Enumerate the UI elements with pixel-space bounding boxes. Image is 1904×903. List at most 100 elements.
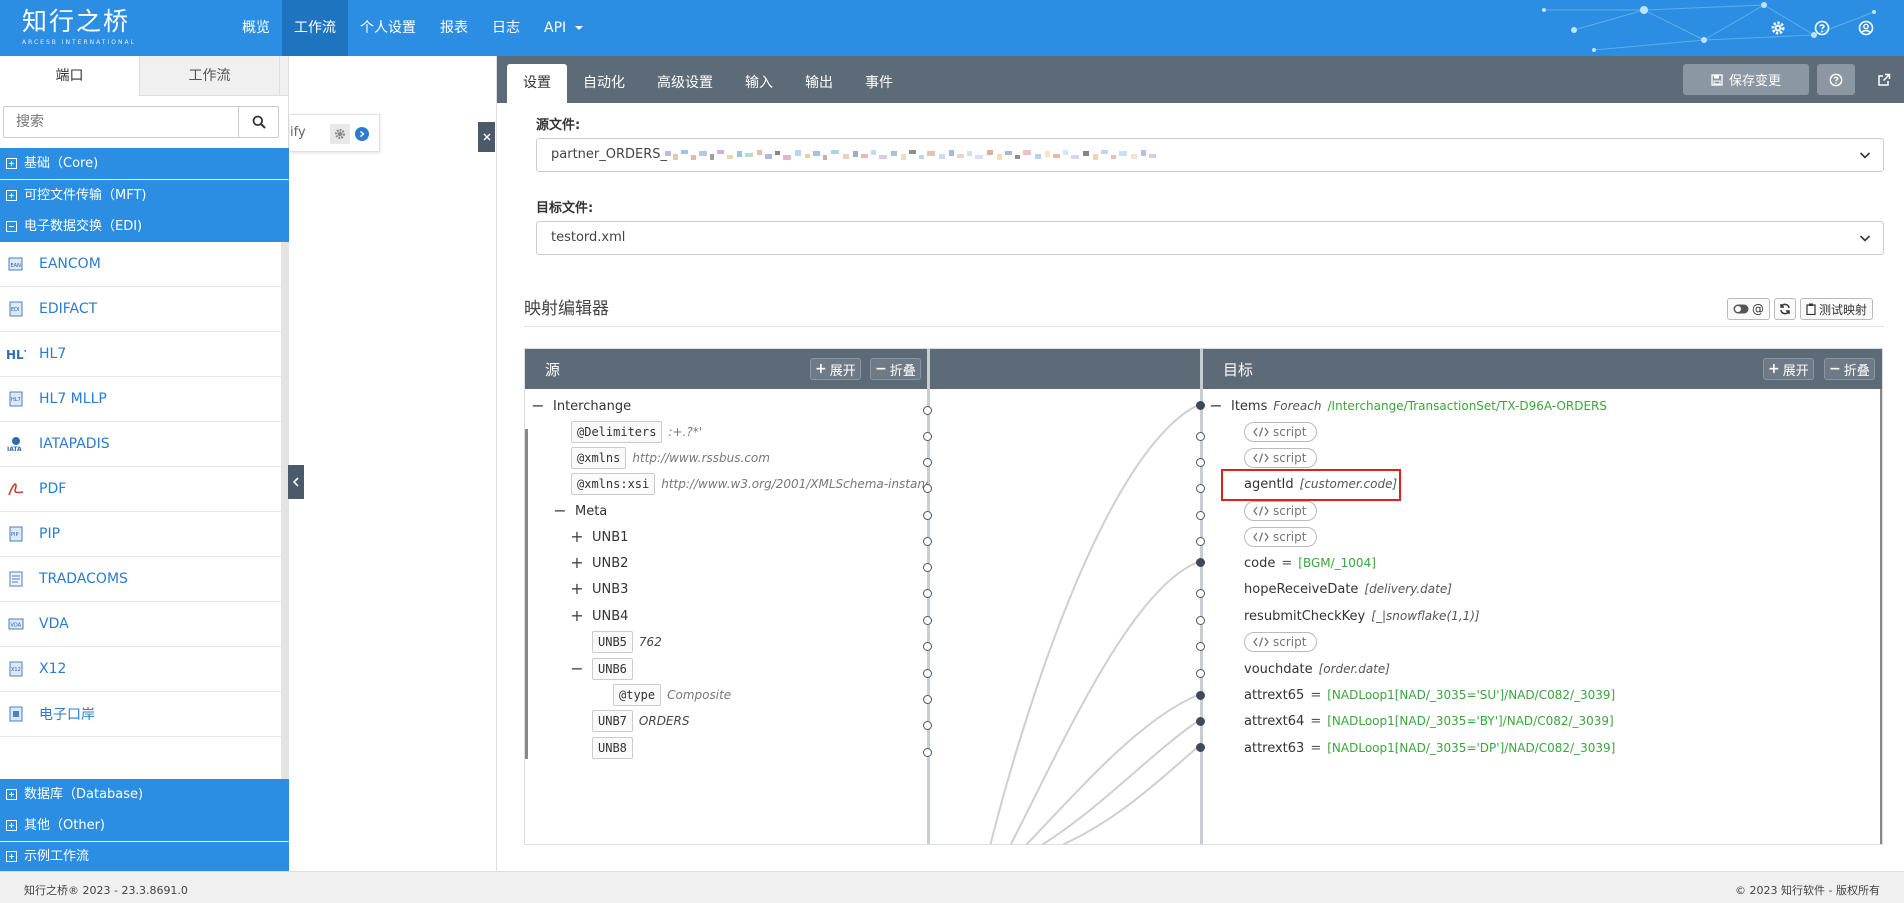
script-button[interactable]: script — [1244, 632, 1318, 652]
toggle-namespace-button[interactable]: @ — [1727, 298, 1770, 320]
node-settings-icon[interactable] — [330, 124, 350, 144]
tree-node-interchange[interactable]: − Interchange — [531, 393, 631, 419]
source-port-dot[interactable] — [923, 537, 932, 546]
list-item-x12[interactable]: X12 X12 — [0, 647, 281, 692]
tree-leaf-unb6[interactable]: − UNB6 — [570, 656, 639, 682]
collapse-toggle-icon[interactable]: − — [570, 661, 584, 677]
search-input[interactable] — [4, 107, 240, 137]
expand-toggle-icon[interactable]: + — [570, 555, 584, 571]
category-samples[interactable]: 示例工作流 — [0, 842, 289, 871]
script-item[interactable]: script — [1244, 445, 1318, 471]
app-logo[interactable]: 知行之桥 ARCESB INTERNATIONAL — [22, 6, 136, 46]
script-button[interactable]: script — [1244, 501, 1318, 521]
sidebar-scrollbar[interactable] — [281, 242, 289, 782]
nav-reports[interactable]: 报表 — [428, 0, 480, 56]
collapse-toggle-icon[interactable]: − — [553, 503, 567, 519]
target-vscrollbar[interactable] — [1880, 389, 1882, 844]
category-other[interactable]: 其他（Other) — [0, 810, 289, 841]
source-port-dot[interactable] — [923, 563, 932, 572]
list-item-vda[interactable]: VDA VDA — [0, 602, 281, 647]
list-item-hl7[interactable]: HL7 HL7 — [0, 332, 281, 377]
save-button[interactable]: 保存变更 — [1683, 64, 1809, 95]
expand-toggle-icon[interactable]: + — [570, 608, 584, 624]
tree-field-code[interactable]: code = [BGM/_1004] — [1244, 550, 1376, 576]
source-port-dot[interactable] — [923, 748, 932, 757]
tree-node-items[interactable]: − Items Foreach /Interchange/Transaction… — [1209, 393, 1607, 419]
expand-toggle-icon[interactable]: + — [570, 529, 584, 545]
source-port-dot[interactable] — [923, 511, 932, 520]
source-port-dot[interactable] — [923, 432, 932, 441]
category-edi[interactable]: 电子数据交换（EDI) — [0, 211, 289, 242]
tree-field-attrext64[interactable]: attrext64 = [NADLoop1[NAD/_3035='BY']/NA… — [1244, 708, 1614, 734]
tab-events[interactable]: 事件 — [849, 64, 909, 103]
test-mapping-button[interactable]: 测试映射 — [1800, 298, 1874, 320]
tab-automation[interactable]: 自动化 — [567, 64, 641, 103]
source-expand-button[interactable]: + 展开 — [810, 358, 861, 380]
category-database[interactable]: 数据库（Database) — [0, 779, 289, 810]
user-icon[interactable] — [1854, 16, 1878, 40]
target-expand-button[interactable]: + 展开 — [1763, 358, 1814, 380]
nav-profile[interactable]: 个人设置 — [348, 0, 428, 56]
list-item-eancom[interactable]: EAN EANCOM — [0, 242, 281, 287]
source-port-dot[interactable] — [923, 616, 932, 625]
list-item-tradacoms[interactable]: TRADACOMS — [0, 557, 281, 602]
category-core[interactable]: 基础（Core) — [0, 148, 289, 179]
tree-attr-type[interactable]: @type Composite — [613, 682, 731, 708]
list-item-edifact[interactable]: EDI EDIFACT — [0, 287, 281, 332]
source-file-select[interactable]: partner_ORDERS_ — [536, 138, 1884, 172]
source-port-dot[interactable] — [923, 642, 932, 651]
script-item[interactable]: script — [1244, 524, 1318, 550]
refresh-button[interactable] — [1774, 298, 1796, 320]
script-button[interactable]: script — [1244, 448, 1318, 468]
source-port-dot[interactable] — [923, 458, 932, 467]
list-item-pdf[interactable]: PDF — [0, 467, 281, 512]
tree-field-hopereceivedate[interactable]: hopeReceiveDate [delivery.date] — [1244, 576, 1458, 602]
collapse-toggle-icon[interactable]: − — [531, 398, 545, 414]
tab-output[interactable]: 输出 — [789, 64, 849, 103]
tab-ports[interactable]: 端口 — [0, 56, 140, 96]
nav-logs[interactable]: 日志 — [480, 0, 532, 56]
collapse-sidebar-button[interactable] — [288, 465, 304, 499]
source-collapse-button[interactable]: − 折叠 — [870, 358, 921, 380]
tab-settings[interactable]: 设置 — [507, 64, 567, 103]
help-button[interactable] — [1817, 64, 1855, 95]
tree-node-unb1[interactable]: + UNB1 — [570, 524, 628, 550]
source-port-dot[interactable] — [923, 589, 932, 598]
gear-icon[interactable] — [1766, 16, 1790, 40]
tree-attr-delimiters[interactable]: @Delimiters :+.?*' — [571, 419, 702, 445]
list-item-hl7-mllp[interactable]: HL7 HL7 MLLP — [0, 377, 281, 422]
tree-field-attrext65[interactable]: attrext65 = [NADLoop1[NAD/_3035='SU']/NA… — [1244, 682, 1615, 708]
list-item-pip[interactable]: PIP PIP — [0, 512, 281, 557]
tree-node-unb2[interactable]: + UNB2 — [570, 550, 628, 576]
script-item[interactable]: script — [1244, 419, 1318, 445]
tree-attr-xmlns-xsi[interactable]: @xmlns:xsi http://www.w3.org/2001/XMLSch… — [571, 471, 928, 497]
tab-input[interactable]: 输入 — [729, 64, 789, 103]
help-icon[interactable] — [1810, 16, 1834, 40]
category-mft[interactable]: 可控文件传输（MFT) — [0, 180, 289, 211]
source-port-dot[interactable] — [923, 721, 932, 730]
tree-field-vouchdate[interactable]: vouchdate [order.date] — [1244, 656, 1396, 682]
tree-attr-xmlns[interactable]: @xmlns http://www.rssbus.com — [571, 445, 770, 471]
tab-workflows[interactable]: 工作流 — [140, 56, 280, 96]
search-button[interactable] — [238, 107, 278, 137]
node-output-port-icon[interactable] — [355, 127, 369, 141]
tree-leaf-unb7[interactable]: UNB7 ORDERS — [592, 708, 689, 734]
target-collapse-button[interactable]: − 折叠 — [1824, 358, 1875, 380]
tree-node-unb4[interactable]: + UNB4 — [570, 603, 628, 629]
script-item[interactable]: script — [1244, 629, 1318, 655]
source-port-dot[interactable] — [923, 406, 932, 415]
list-item-eport[interactable]: 电子口岸 — [0, 692, 281, 737]
nav-overview[interactable]: 概览 — [230, 0, 282, 56]
tree-leaf-unb8[interactable]: UNB8 — [592, 735, 639, 761]
close-panel-button[interactable] — [478, 122, 495, 152]
open-external-button[interactable] — [1863, 64, 1904, 95]
source-vscrollbar[interactable] — [525, 429, 528, 759]
expand-toggle-icon[interactable]: + — [570, 581, 584, 597]
script-button[interactable]: script — [1244, 527, 1318, 547]
tree-node-unb3[interactable]: + UNB3 — [570, 576, 628, 602]
script-button[interactable]: script — [1244, 422, 1318, 442]
workflow-node[interactable]: ify — [290, 114, 380, 152]
workflow-canvas[interactable]: ify — [290, 56, 495, 871]
tree-field-attrext63[interactable]: attrext63 = [NADLoop1[NAD/_3035='DP']/NA… — [1244, 735, 1615, 761]
source-port-dot[interactable] — [923, 484, 932, 493]
